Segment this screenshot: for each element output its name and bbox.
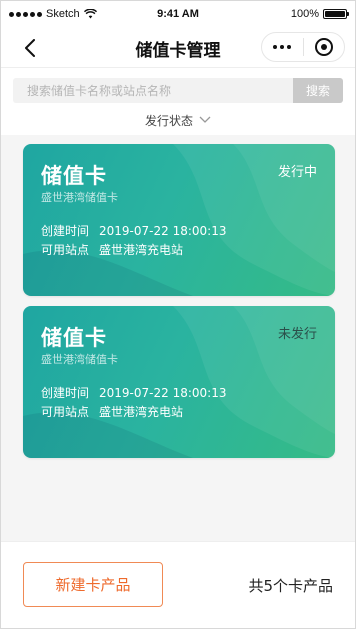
- card-subtitle: 盛世港湾储值卡: [41, 191, 118, 204]
- card-status-badge: 发行中: [277, 165, 317, 180]
- target-icon: [314, 38, 333, 56]
- nav-bar: 储值卡管理: [1, 29, 355, 67]
- card-item[interactable]: 储值卡 盛世港湾储值卡 发行中 创建时间 2019-07-22 18:00:13 …: [23, 144, 335, 296]
- card-title: 储值卡: [41, 326, 107, 350]
- created-value: 2019-07-22 18:00:13: [99, 224, 227, 238]
- station-label: 可用站点: [41, 243, 90, 257]
- mini-program-capsule: [261, 32, 345, 62]
- search-button[interactable]: 搜索: [293, 78, 343, 103]
- created-label: 创建时间: [41, 386, 90, 400]
- footer-bar: 新建卡产品 共5个卡产品: [1, 541, 355, 628]
- created-value: 2019-07-22 18:00:13: [99, 386, 227, 400]
- chevron-down-icon: [199, 116, 211, 123]
- card-created-row: 创建时间 2019-07-22 18:00:13: [41, 384, 226, 401]
- search-bar: 搜索: [13, 78, 343, 103]
- app-screen: Sketch 9:41 AM 100% 储值卡管理 搜索储值卡名称或站点名称 搜…: [0, 0, 356, 629]
- battery-icon: [323, 9, 349, 19]
- card-subtitle: 盛世港湾储值卡: [41, 353, 118, 366]
- card-status-badge: 未发行: [277, 327, 317, 342]
- search-input[interactable]: [13, 78, 293, 103]
- filter-label: 发行状态: [144, 113, 193, 128]
- new-card-product-button[interactable]: 新建卡产品: [23, 562, 163, 607]
- more-dots-icon: [273, 45, 292, 49]
- issue-status-filter[interactable]: 发行状态: [1, 110, 355, 130]
- card-list: 储值卡 盛世港湾储值卡 发行中 创建时间 2019-07-22 18:00:13 …: [23, 144, 335, 468]
- station-value: 盛世港湾充电站: [99, 243, 184, 257]
- card-created-row: 创建时间 2019-07-22 18:00:13: [41, 222, 226, 239]
- card-product-count: 共5个卡产品: [248, 577, 333, 595]
- status-bar: Sketch 9:41 AM 100%: [1, 1, 355, 29]
- search-area: 搜索 发行状态: [1, 67, 355, 135]
- more-button[interactable]: [262, 33, 303, 61]
- card-station-row: 可用站点 盛世港湾充电站: [41, 241, 183, 258]
- station-value: 盛世港湾充电站: [99, 405, 184, 419]
- station-label: 可用站点: [41, 405, 90, 419]
- battery-percent: 100%: [290, 8, 319, 20]
- card-item[interactable]: 储值卡 盛世港湾储值卡 未发行 创建时间 2019-07-22 18:00:13 …: [23, 306, 335, 458]
- close-button[interactable]: [304, 33, 345, 61]
- card-title: 储值卡: [41, 164, 107, 188]
- created-label: 创建时间: [41, 224, 90, 238]
- status-right: 100%: [290, 8, 349, 20]
- card-station-row: 可用站点 盛世港湾充电站: [41, 403, 183, 420]
